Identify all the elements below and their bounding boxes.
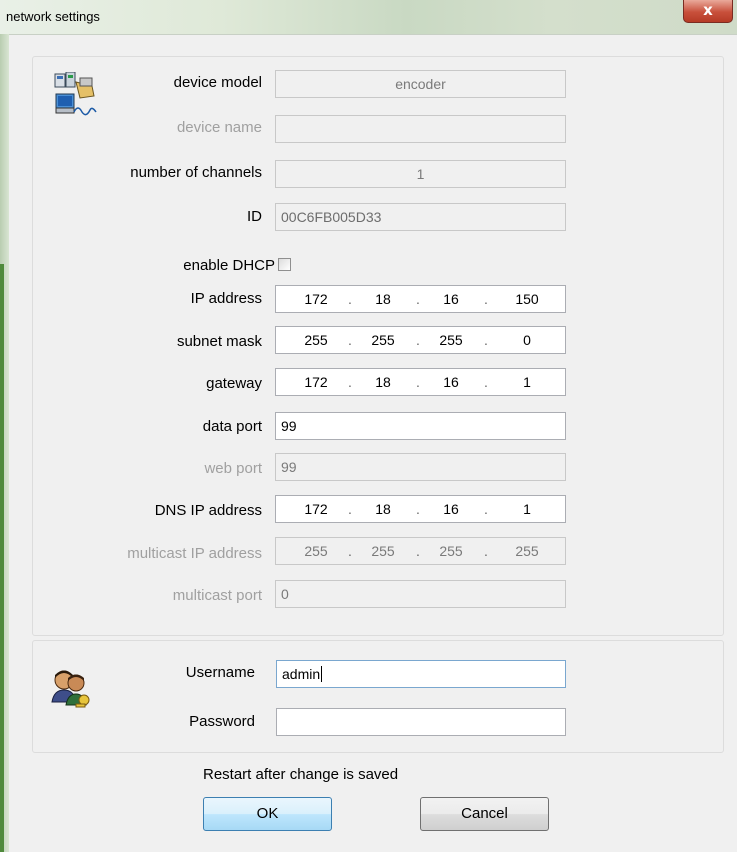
ip-dot: . xyxy=(484,332,488,348)
multicast-ip-label: multicast IP address xyxy=(127,545,262,562)
title-bar: network settings x xyxy=(0,0,737,35)
ip-dot: . xyxy=(348,374,352,390)
dns-octet-3: 16 xyxy=(443,501,459,517)
restart-notice: Restart after change is saved xyxy=(203,766,399,783)
id-label: ID xyxy=(247,208,262,225)
mcast-octet-4: 255 xyxy=(515,543,539,559)
username-value: admin xyxy=(282,666,321,682)
dns-octet-1: 172 xyxy=(304,501,328,517)
ip-dot: . xyxy=(416,291,420,307)
mcast-octet-1: 255 xyxy=(304,543,328,559)
ip-address-field[interactable]: 172 . 18 . 16 . 150 xyxy=(275,285,566,313)
gateway-field[interactable]: 172 . 18 . 16 . 1 xyxy=(275,368,566,396)
dns-ip-label: DNS IP address xyxy=(154,502,262,519)
channels-label: number of channels xyxy=(130,164,262,181)
ip-address-label: IP address xyxy=(190,290,262,307)
username-input[interactable]: admin xyxy=(276,660,566,688)
multicast-port-label: multicast port xyxy=(172,587,262,604)
network-device-icon xyxy=(54,72,97,116)
ip-dot: . xyxy=(416,332,420,348)
ip-dot: . xyxy=(416,501,420,517)
close-button[interactable]: x xyxy=(683,0,733,23)
dhcp-checkbox[interactable] xyxy=(278,258,291,271)
dns-octet-4: 1 xyxy=(523,501,531,517)
subnet-octet-4: 0 xyxy=(523,332,531,348)
user-key-icon xyxy=(51,670,90,708)
ip-dot: . xyxy=(416,543,420,559)
ip-octet-3: 16 xyxy=(443,291,459,307)
subnet-octet-3: 255 xyxy=(439,332,463,348)
ip-dot: . xyxy=(484,291,488,307)
ip-octet-4: 150 xyxy=(515,291,539,307)
window-title: network settings xyxy=(6,9,100,24)
device-name-field xyxy=(275,115,566,143)
text-caret xyxy=(321,666,323,682)
ip-dot: . xyxy=(416,374,420,390)
ip-octet-2: 18 xyxy=(375,291,391,307)
channels-field: 1 xyxy=(275,160,566,188)
web-port-label: web port xyxy=(204,460,262,477)
gateway-octet-2: 18 xyxy=(375,374,391,390)
multicast-ip-field: 255 . 255 . 255 . 255 xyxy=(275,537,566,565)
gateway-octet-3: 16 xyxy=(443,374,459,390)
mcast-octet-2: 255 xyxy=(371,543,395,559)
id-field: 00C6FB005D33 xyxy=(275,203,566,231)
ip-dot: . xyxy=(484,543,488,559)
auth-panel xyxy=(32,640,724,753)
device-model-field: encoder xyxy=(275,70,566,98)
multicast-port-field: 0 xyxy=(275,580,566,608)
ip-dot: . xyxy=(348,291,352,307)
data-port-label: data port xyxy=(202,418,262,435)
web-port-field: 99 xyxy=(275,453,566,481)
username-label: Username xyxy=(185,664,255,681)
ip-dot: . xyxy=(484,501,488,517)
password-input[interactable] xyxy=(276,708,566,736)
ok-button[interactable]: OK xyxy=(203,797,332,831)
dns-ip-field[interactable]: 172 . 18 . 16 . 1 xyxy=(275,495,566,523)
subnet-mask-label: subnet mask xyxy=(176,333,262,350)
ip-dot: . xyxy=(348,543,352,559)
gateway-octet-1: 172 xyxy=(304,374,328,390)
mcast-octet-3: 255 xyxy=(439,543,463,559)
ip-octet-1: 172 xyxy=(304,291,328,307)
cancel-button[interactable]: Cancel xyxy=(420,797,549,831)
subnet-octet-2: 255 xyxy=(371,332,395,348)
dns-octet-2: 18 xyxy=(375,501,391,517)
password-label: Password xyxy=(189,713,255,730)
window-frame-left xyxy=(0,34,9,852)
gateway-label: gateway xyxy=(206,375,262,392)
subnet-octet-1: 255 xyxy=(304,332,328,348)
close-icon: x xyxy=(703,1,713,19)
gateway-octet-4: 1 xyxy=(523,374,531,390)
ip-dot: . xyxy=(348,501,352,517)
device-model-label: device model xyxy=(173,74,262,91)
data-port-field[interactable]: 99 xyxy=(275,412,566,440)
ip-dot: . xyxy=(348,332,352,348)
subnet-mask-field[interactable]: 255 . 255 . 255 . 0 xyxy=(275,326,566,354)
device-name-label: device name xyxy=(176,119,262,136)
ip-dot: . xyxy=(484,374,488,390)
dhcp-label: enable DHCP xyxy=(183,257,275,274)
